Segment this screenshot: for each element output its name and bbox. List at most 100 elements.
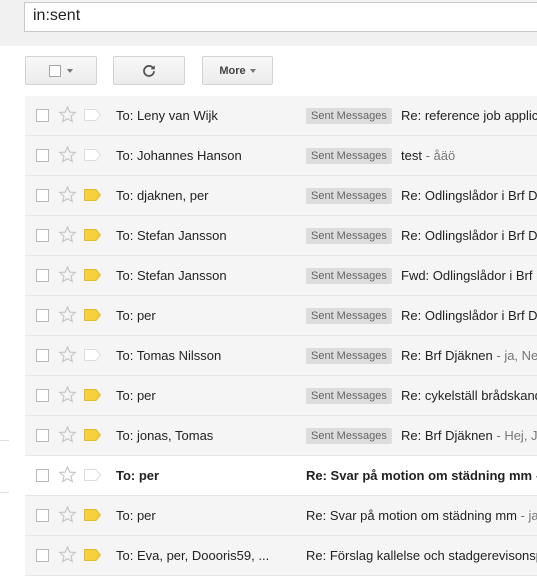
- sent-messages-badge[interactable]: Sent Messages: [306, 148, 392, 164]
- importance-marker-icon[interactable]: [84, 109, 101, 121]
- message-row[interactable]: To: Eva, per, Doooris59, ... Re: Förslag …: [25, 536, 537, 576]
- importance-marker-icon[interactable]: [84, 189, 101, 201]
- select-checkbox-button[interactable]: [25, 56, 97, 85]
- search-input[interactable]: [24, 2, 537, 32]
- star-icon[interactable]: [58, 225, 77, 244]
- snippet-text: -: [532, 468, 537, 483]
- divider: [0, 440, 9, 441]
- importance-marker-icon[interactable]: [84, 229, 101, 241]
- row-checkbox[interactable]: [36, 229, 49, 242]
- subject-text: Re: Svar på motion om städning mm: [306, 508, 517, 523]
- star-icon[interactable]: [58, 425, 77, 444]
- sent-messages-badge[interactable]: Sent Messages: [306, 348, 392, 364]
- importance-marker-icon[interactable]: [84, 469, 101, 481]
- sent-messages-badge[interactable]: Sent Messages: [306, 228, 392, 244]
- star-icon[interactable]: [58, 305, 77, 324]
- star-icon[interactable]: [58, 505, 77, 524]
- recipient-label: To: per: [116, 308, 156, 323]
- message-row[interactable]: To: Leny van Wijk Sent Messages Re: refere…: [25, 96, 537, 136]
- subject-text: Re: Brf Djäknen: [401, 348, 493, 363]
- snippet-text: - ja, Ne: [492, 348, 537, 363]
- more-button-label: More: [219, 64, 246, 77]
- checkbox-icon: [49, 64, 61, 77]
- sent-messages-badge[interactable]: Sent Messages: [306, 428, 392, 444]
- message-row[interactable]: To: jonas, Tomas Sent Messages Re: Brf Djä…: [25, 416, 537, 456]
- importance-marker-icon[interactable]: [84, 509, 101, 521]
- row-checkbox[interactable]: [36, 549, 49, 562]
- message-row[interactable]: To: Tomas Nilsson Sent Messages Re: Brf Dj…: [25, 336, 537, 376]
- subject-line: Re: Brf Djäknen - Hej, J: [401, 428, 537, 443]
- importance-marker-icon[interactable]: [84, 349, 101, 361]
- message-row[interactable]: To: per Sent Messages Re: Odlingslådor i B…: [25, 296, 537, 336]
- star-icon[interactable]: [58, 545, 77, 564]
- subject-line: Re: Brf Djäknen - ja, Ne: [401, 348, 537, 363]
- subject-line: Re: Svar på motion om städning mm - ja: [306, 508, 537, 523]
- row-checkbox[interactable]: [36, 189, 49, 202]
- row-checkbox[interactable]: [36, 509, 49, 522]
- message-row[interactable]: To: Stefan Jansson Sent Messages Re: Odlin…: [25, 216, 537, 256]
- toolbar: More: [0, 46, 537, 97]
- subject-line: Fwd: Odlingslådor i Brf: [401, 268, 533, 283]
- message-row[interactable]: To: Johannes Hanson Sent Messages test - å…: [25, 136, 537, 176]
- sent-messages-badge[interactable]: Sent Messages: [306, 308, 392, 324]
- message-row[interactable]: To: per Re: Svar på motion om städning mm…: [25, 456, 537, 496]
- star-icon[interactable]: [58, 345, 77, 364]
- subject-text: Re: Svar på motion om städning mm: [306, 468, 533, 483]
- recipient-label: To: per: [116, 468, 160, 483]
- row-checkbox[interactable]: [36, 149, 49, 162]
- message-row[interactable]: To: per Re: Svar på motion om städning mm…: [25, 496, 537, 536]
- subject-line: Re: Svar på motion om städning mm -: [306, 468, 537, 483]
- subject-text: Re: Odlingslådor i Brf D: [401, 188, 537, 203]
- recipient-label: To: Stefan Jansson: [116, 268, 227, 283]
- subject-line: test - åäö: [401, 148, 455, 163]
- sent-messages-badge[interactable]: Sent Messages: [306, 108, 392, 124]
- snippet-text: - Hej, J: [492, 428, 537, 443]
- more-button[interactable]: More: [202, 56, 273, 85]
- subject-text: Re: reference job applic: [401, 108, 537, 123]
- row-checkbox[interactable]: [36, 429, 49, 442]
- row-checkbox[interactable]: [36, 109, 49, 122]
- row-checkbox[interactable]: [36, 309, 49, 322]
- subject-text: Re: Odlingslådor i Brf D: [401, 308, 537, 323]
- star-icon[interactable]: [58, 185, 77, 204]
- importance-marker-icon[interactable]: [84, 549, 101, 561]
- refresh-icon: [143, 64, 155, 77]
- importance-marker-icon[interactable]: [84, 389, 101, 401]
- message-row[interactable]: To: Stefan Jansson Sent Messages Fwd: Odli…: [25, 256, 537, 296]
- importance-marker-icon[interactable]: [84, 269, 101, 281]
- importance-marker-icon[interactable]: [84, 149, 101, 161]
- sent-messages-badge[interactable]: Sent Messages: [306, 188, 392, 204]
- search-bar: [0, 0, 537, 46]
- row-checkbox[interactable]: [36, 269, 49, 282]
- importance-marker-icon[interactable]: [84, 429, 101, 441]
- row-checkbox[interactable]: [36, 389, 49, 402]
- recipient-label: To: Tomas Nilsson: [116, 348, 222, 363]
- star-icon[interactable]: [58, 105, 77, 124]
- sent-messages-badge[interactable]: Sent Messages: [306, 388, 392, 404]
- sent-messages-badge[interactable]: Sent Messages: [306, 268, 392, 284]
- recipient-label: To: Eva, per, Doooris59, ...: [116, 548, 270, 563]
- left-pane: [0, 96, 25, 587]
- row-checkbox[interactable]: [36, 349, 49, 362]
- star-icon[interactable]: [58, 385, 77, 404]
- subject-line: Re: Odlingslådor i Brf D: [401, 228, 537, 243]
- subject-line: Re: reference job applic: [401, 108, 537, 123]
- subject-line: Re: Odlingslådor i Brf D: [401, 308, 537, 323]
- recipient-label: To: djaknen, per: [116, 188, 209, 203]
- recipient-label: To: Stefan Jansson: [116, 228, 227, 243]
- message-row[interactable]: To: per Sent Messages Re: cykelställ bråds…: [25, 376, 537, 416]
- snippet-text: - ja: [516, 508, 537, 523]
- chevron-down-icon: [249, 68, 256, 73]
- snippet-text: - åäö: [421, 148, 456, 163]
- recipient-label: To: per: [116, 388, 156, 403]
- star-icon[interactable]: [58, 465, 77, 484]
- message-row[interactable]: To: djaknen, per Sent Messages Re: Odlings…: [25, 176, 537, 216]
- subject-line: Re: Förslag kallelse och stadgerevisonsp: [306, 548, 537, 563]
- star-icon[interactable]: [58, 265, 77, 284]
- divider: [0, 492, 9, 493]
- refresh-button[interactable]: [113, 56, 185, 85]
- message-list: To: Leny van Wijk Sent Messages Re: refere…: [25, 96, 537, 576]
- star-icon[interactable]: [58, 145, 77, 164]
- importance-marker-icon[interactable]: [84, 309, 101, 321]
- row-checkbox[interactable]: [36, 469, 49, 482]
